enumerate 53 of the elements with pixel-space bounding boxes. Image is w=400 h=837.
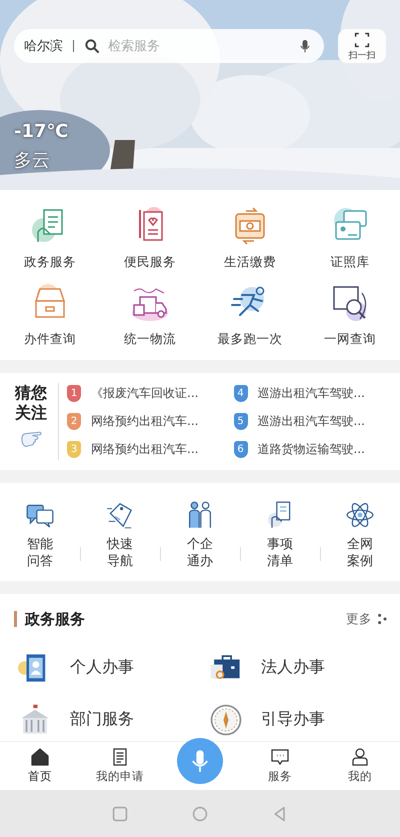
rank-badge: 6 bbox=[234, 440, 248, 458]
more-link[interactable]: 更多 bbox=[346, 610, 388, 628]
quick-link[interactable]: 事项清单 bbox=[240, 499, 320, 571]
rank-badge: 5 bbox=[234, 412, 248, 430]
section-title: 猜您关注 bbox=[15, 383, 47, 423]
service-button[interactable]: 便民服务 bbox=[100, 206, 200, 271]
chat-icon bbox=[270, 747, 290, 767]
service-button[interactable]: 最多跑一次 bbox=[200, 283, 300, 348]
rank-badge: 2 bbox=[67, 412, 81, 430]
voice-button[interactable] bbox=[177, 738, 223, 784]
recommendation-text[interactable]: 道路货物运输驾驶... bbox=[258, 440, 365, 458]
recommendation-text[interactable]: 巡游出租汽车驾驶... bbox=[258, 412, 365, 430]
recommendation-text[interactable]: 巡游出租汽车驾驶... bbox=[258, 385, 365, 402]
dots-icon bbox=[376, 613, 388, 626]
recommendation-text[interactable]: 网络预约出租汽车... bbox=[91, 440, 198, 458]
city-label[interactable]: 哈尔滨 bbox=[24, 37, 63, 55]
home-icon bbox=[30, 747, 50, 767]
rank-badge: 3 bbox=[67, 440, 81, 458]
weather-text: 多云 bbox=[14, 149, 50, 172]
service-button[interactable]: 一网查询 bbox=[300, 283, 400, 348]
home-button-icon bbox=[192, 806, 208, 822]
temperature-text: -17℃ bbox=[14, 121, 68, 142]
recent-apps-icon bbox=[112, 806, 128, 822]
quick-link[interactable]: 智能问答 bbox=[0, 499, 80, 571]
person-icon bbox=[350, 747, 370, 767]
scan-icon bbox=[354, 32, 370, 48]
recommendation-text[interactable]: 网络预约出租汽车... bbox=[91, 412, 198, 430]
service-button[interactable]: 政务服务 bbox=[0, 206, 100, 271]
service-button[interactable]: 生活缴费 bbox=[200, 206, 300, 271]
service-entry[interactable]: 个人办事 bbox=[18, 650, 209, 685]
search-field[interactable]: 哈尔滨 检索服务 bbox=[14, 29, 324, 63]
service-entry[interactable]: 部门服务 bbox=[18, 702, 209, 737]
nav-tab[interactable]: 我的申请 bbox=[80, 742, 160, 784]
service-button[interactable]: 办件查询 bbox=[0, 283, 100, 348]
service-entry[interactable]: 引导办事 bbox=[209, 702, 400, 737]
quick-link[interactable]: 个企通办 bbox=[160, 499, 240, 571]
compass-icon bbox=[209, 702, 243, 737]
back-icon bbox=[272, 806, 288, 822]
section-title: 政务服务 bbox=[25, 610, 86, 629]
service-button[interactable]: 证照库 bbox=[300, 206, 400, 271]
rank-badge: 4 bbox=[234, 385, 248, 402]
rank-badge: 1 bbox=[67, 385, 81, 402]
nav-tab[interactable]: 服务 bbox=[240, 742, 320, 784]
service-entry[interactable]: 法人办事 bbox=[209, 650, 400, 685]
mic-icon bbox=[298, 38, 312, 54]
search-icon bbox=[84, 38, 100, 54]
nav-tab[interactable]: 我的 bbox=[320, 742, 400, 784]
quick-link[interactable]: 全网案例 bbox=[320, 499, 400, 571]
recommendation-text[interactable]: 《报废汽车回收证... bbox=[91, 385, 198, 402]
scan-button[interactable]: 扫一扫 bbox=[338, 29, 386, 63]
quick-link[interactable]: 快速导航 bbox=[80, 499, 160, 571]
nav-tab[interactable]: 首页 bbox=[0, 742, 80, 784]
service-button[interactable]: 统一物流 bbox=[100, 283, 200, 348]
